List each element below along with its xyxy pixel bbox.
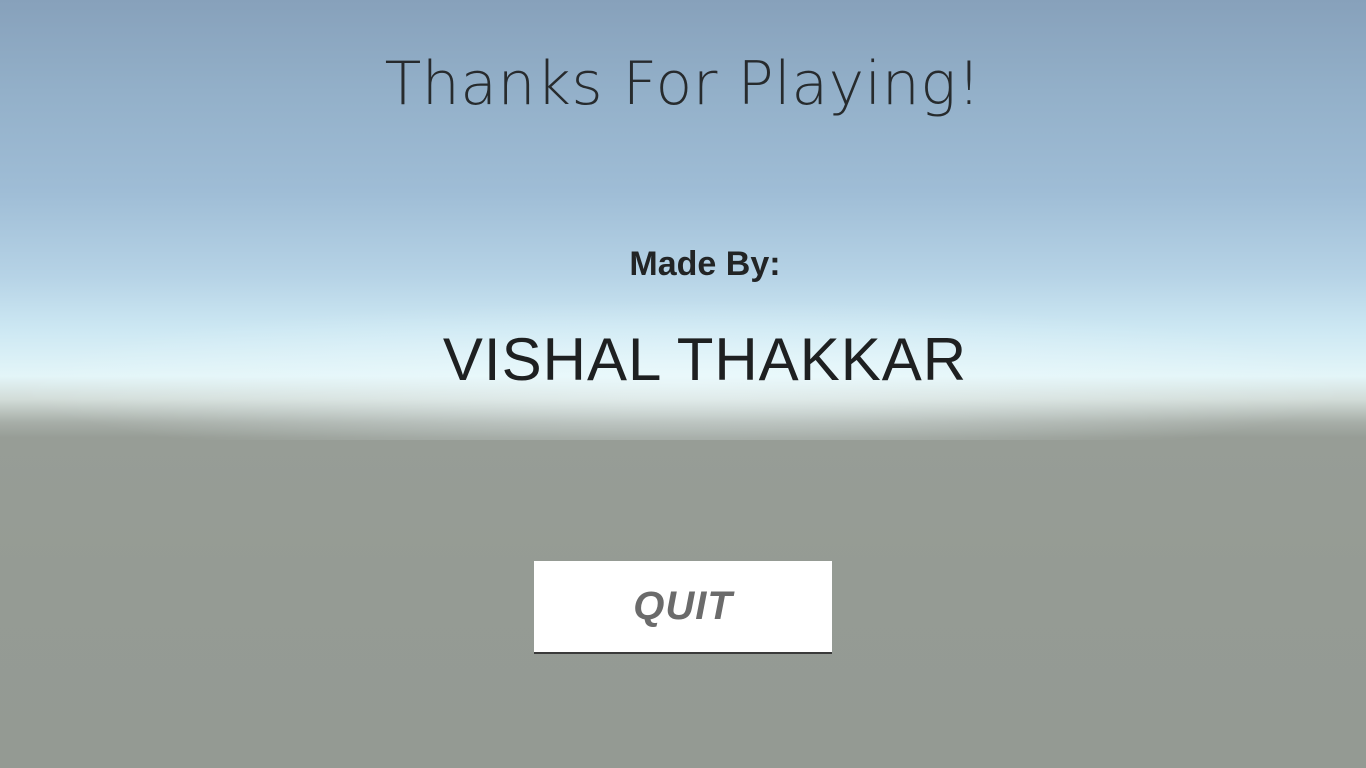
- page-title: Thanks For Playing!: [384, 49, 982, 119]
- credits-name: VISHAL THAKKAR: [442, 326, 968, 393]
- quit-button[interactable]: QUIT: [534, 561, 832, 654]
- end-screen: Thanks For Playing! Made By: VISHAL THAK…: [0, 0, 1366, 768]
- credits-label: Made By:: [629, 245, 781, 283]
- quit-button-label: QUIT: [633, 584, 733, 628]
